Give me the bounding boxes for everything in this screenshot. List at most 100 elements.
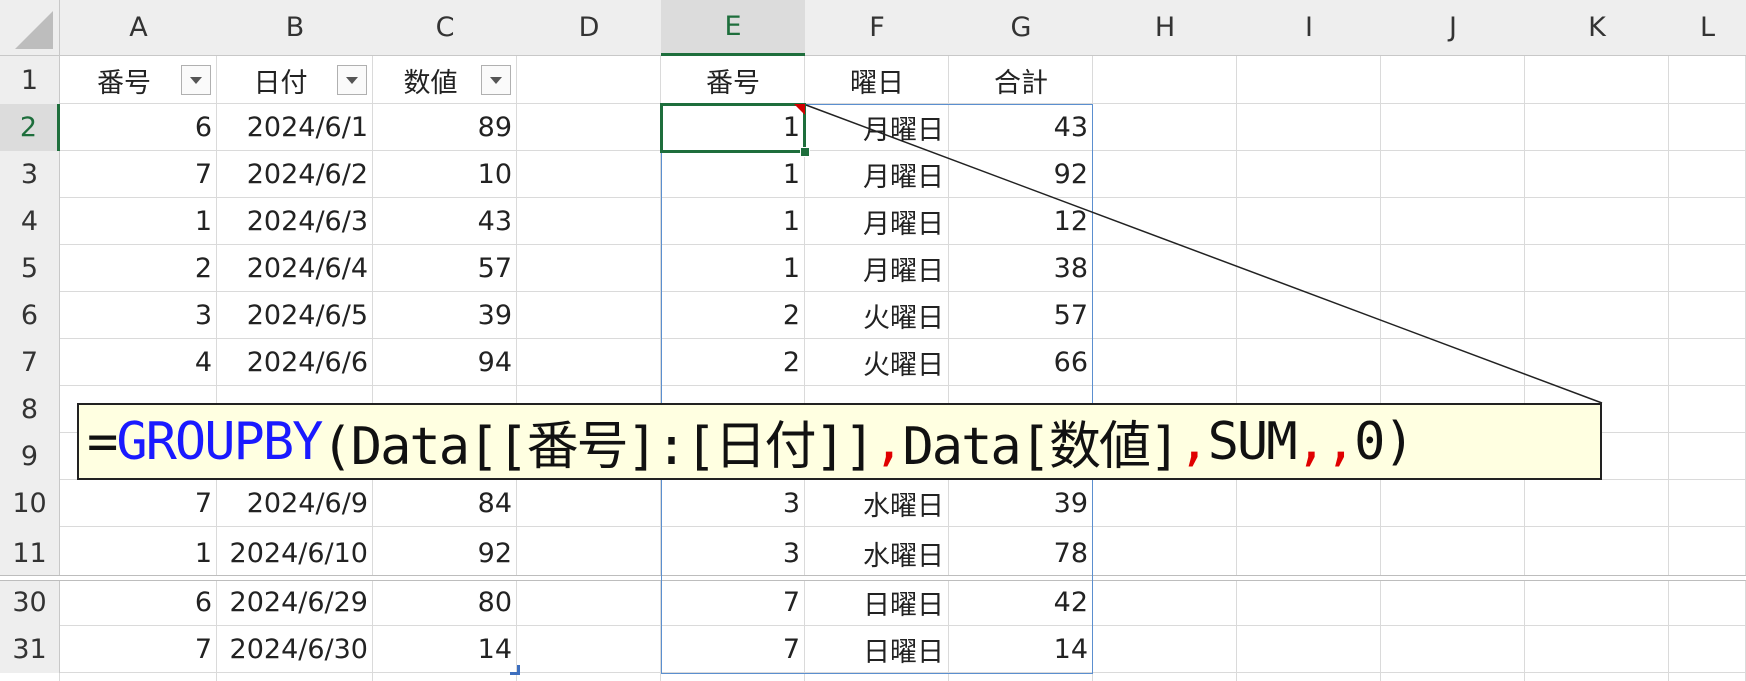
row-header-11[interactable]: 11: [0, 527, 60, 579]
source-cell[interactable]: 4: [60, 339, 217, 386]
source-cell[interactable]: 7: [60, 626, 217, 673]
result-cell[interactable]: 月曜日: [805, 104, 949, 151]
source-cell[interactable]: 6: [60, 579, 217, 626]
filter-dropdown-icon[interactable]: [337, 65, 367, 95]
source-cell[interactable]: 3: [60, 292, 217, 339]
formula-equals: =: [87, 411, 118, 472]
row-header-2[interactable]: 2: [0, 104, 60, 151]
result-cell[interactable]: 水曜日: [805, 527, 949, 579]
result-cell[interactable]: 3: [661, 527, 805, 579]
column-header-C[interactable]: C: [373, 0, 517, 56]
column-header-B[interactable]: B: [217, 0, 373, 56]
filter-dropdown-icon[interactable]: [181, 65, 211, 95]
source-cell[interactable]: 2024/6/30: [217, 626, 373, 673]
source-cell[interactable]: 2024/6/1: [217, 104, 373, 151]
result-cell[interactable]: 38: [949, 245, 1093, 292]
formula-callout: = GROUPBY (Data[[番号]:[日付]], Data[数値], SUM,, 0…: [77, 403, 1602, 480]
result-header-cell[interactable]: 合計: [949, 56, 1093, 104]
row-header-4[interactable]: 4: [0, 198, 60, 245]
source-cell[interactable]: 2024/6/2: [217, 151, 373, 198]
result-cell[interactable]: 39: [949, 480, 1093, 527]
row-header-10[interactable]: 10: [0, 480, 60, 527]
column-header-D[interactable]: D: [517, 0, 661, 56]
result-cell[interactable]: 7: [661, 579, 805, 626]
source-cell[interactable]: 2024/6/6: [217, 339, 373, 386]
result-cell[interactable]: 1: [661, 198, 805, 245]
formula-separator: ,: [1178, 411, 1209, 472]
result-cell[interactable]: 日曜日: [805, 626, 949, 673]
row-header-9[interactable]: 9: [0, 433, 60, 480]
source-cell[interactable]: 57: [373, 245, 517, 292]
result-cell[interactable]: 2: [661, 339, 805, 386]
column-header-A[interactable]: A: [60, 0, 217, 56]
column-header-J[interactable]: J: [1381, 0, 1525, 56]
result-cell[interactable]: 7: [661, 626, 805, 673]
source-cell[interactable]: 1: [60, 527, 217, 579]
source-cell[interactable]: 92: [373, 527, 517, 579]
row-header-31[interactable]: 31: [0, 626, 60, 673]
result-cell[interactable]: 火曜日: [805, 292, 949, 339]
table-resize-handle-icon[interactable]: [510, 665, 520, 675]
row-header-8[interactable]: 8: [0, 386, 60, 433]
result-cell[interactable]: 2: [661, 292, 805, 339]
result-cell[interactable]: 月曜日: [805, 151, 949, 198]
result-cell[interactable]: 水曜日: [805, 480, 949, 527]
source-cell[interactable]: 2024/6/4: [217, 245, 373, 292]
column-header-H[interactable]: H: [1093, 0, 1237, 56]
column-header-F[interactable]: F: [805, 0, 949, 56]
formula-separator: ,: [873, 411, 904, 472]
source-cell[interactable]: 2024/6/29: [217, 579, 373, 626]
result-header-cell[interactable]: 曜日: [805, 56, 949, 104]
result-cell[interactable]: 12: [949, 198, 1093, 245]
result-cell[interactable]: 火曜日: [805, 339, 949, 386]
source-cell[interactable]: 6: [60, 104, 217, 151]
result-cell[interactable]: 57: [949, 292, 1093, 339]
source-cell[interactable]: 1: [60, 198, 217, 245]
filter-dropdown-icon[interactable]: [481, 65, 511, 95]
source-cell[interactable]: 2024/6/5: [217, 292, 373, 339]
column-header-I[interactable]: I: [1237, 0, 1381, 56]
source-cell[interactable]: 14: [373, 626, 517, 673]
source-cell[interactable]: 39: [373, 292, 517, 339]
active-cell-E2[interactable]: [660, 103, 806, 153]
result-cell[interactable]: 月曜日: [805, 245, 949, 292]
source-cell[interactable]: 7: [60, 151, 217, 198]
result-cell[interactable]: 14: [949, 626, 1093, 673]
result-cell[interactable]: 78: [949, 527, 1093, 579]
source-cell[interactable]: 7: [60, 480, 217, 527]
result-cell[interactable]: 92: [949, 151, 1093, 198]
result-cell[interactable]: 66: [949, 339, 1093, 386]
select-all-corner[interactable]: [0, 0, 60, 56]
source-cell[interactable]: 2024/6/3: [217, 198, 373, 245]
spreadsheet-grid[interactable]: A B C D E F G H I J K L 1 2 3 4 5 6 7 8 9 10 11 30 31 番号 日付 数値 番号 曜日…: [0, 0, 1746, 681]
column-header-G[interactable]: G: [949, 0, 1093, 56]
result-cell[interactable]: 43: [949, 104, 1093, 151]
row-header-1[interactable]: 1: [0, 56, 60, 104]
column-header-L[interactable]: L: [1669, 0, 1746, 56]
row-header-3[interactable]: 3: [0, 151, 60, 198]
row-header-5[interactable]: 5: [0, 245, 60, 292]
result-header-cell[interactable]: 番号: [661, 56, 805, 104]
row-header-6[interactable]: 6: [0, 292, 60, 339]
result-cell[interactable]: 1: [661, 245, 805, 292]
source-cell[interactable]: 94: [373, 339, 517, 386]
row-header-30[interactable]: 30: [0, 579, 60, 626]
result-cell[interactable]: 3: [661, 480, 805, 527]
fill-handle[interactable]: [800, 147, 810, 157]
source-cell[interactable]: 2: [60, 245, 217, 292]
source-cell[interactable]: 43: [373, 198, 517, 245]
source-cell[interactable]: 2024/6/10: [217, 527, 373, 579]
result-cell[interactable]: 日曜日: [805, 579, 949, 626]
source-cell[interactable]: 84: [373, 480, 517, 527]
row-header-7[interactable]: 7: [0, 339, 60, 386]
source-cell[interactable]: 10: [373, 151, 517, 198]
column-header-E[interactable]: E: [661, 0, 805, 56]
formula-arg-2: Data[数値]: [902, 417, 1180, 477]
source-cell[interactable]: 80: [373, 579, 517, 626]
source-cell[interactable]: 89: [373, 104, 517, 151]
result-cell[interactable]: 42: [949, 579, 1093, 626]
result-cell[interactable]: 月曜日: [805, 198, 949, 245]
column-header-K[interactable]: K: [1525, 0, 1669, 56]
source-cell[interactable]: 2024/6/9: [217, 480, 373, 527]
result-cell[interactable]: 1: [661, 151, 805, 198]
